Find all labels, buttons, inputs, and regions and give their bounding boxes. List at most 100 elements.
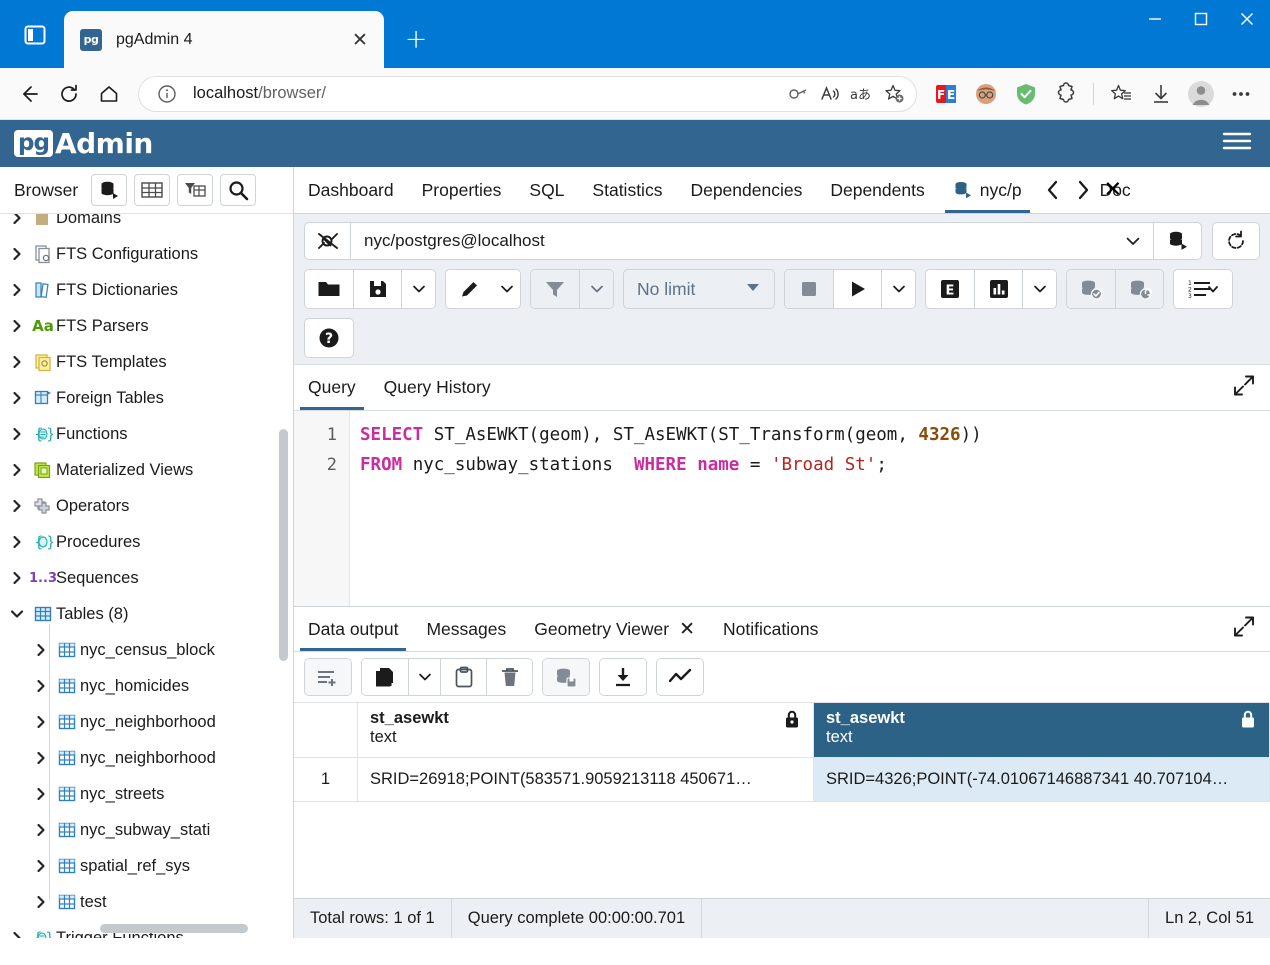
address-bar[interactable]: localhost/browser/ aあ [138,75,917,112]
chevron-right-icon[interactable] [28,679,54,693]
tab-nyc-p[interactable]: nyc/p [939,167,1036,213]
chevron-right-icon[interactable] [28,751,54,765]
object-explorer-button[interactable] [91,174,128,206]
execute-dropdown[interactable] [881,270,915,308]
close-window-button[interactable] [1224,0,1270,38]
more-options-icon[interactable] [1222,75,1260,113]
tree-item-domains[interactable]: Domains [0,214,293,236]
tab-scroll-left-button[interactable] [1038,170,1068,210]
tab-dependencies[interactable]: Dependencies [676,167,816,213]
chevron-right-icon[interactable] [4,283,30,297]
stop-query-button[interactable] [785,270,833,308]
close-tab-icon[interactable]: ✕ [679,618,695,640]
info-icon[interactable] [151,79,183,109]
chevron-right-icon[interactable] [4,535,30,549]
tree-item-nyc-subway-stati[interactable]: nyc_subway_stati [0,812,293,848]
object-tree[interactable]: Domains FTS Configurations FTS Dictionarie… [0,214,293,938]
save-file-button[interactable] [353,270,401,308]
graph-line-icon[interactable] [657,659,703,695]
sidebar-horizontal-scrollbar[interactable] [100,924,248,933]
chevron-right-icon[interactable] [28,895,54,909]
sidebar-vertical-scrollbar[interactable] [279,429,288,661]
tab-scroll-right-button[interactable] [1068,170,1098,210]
chevron-right-icon[interactable] [4,319,30,333]
fe-extension-icon[interactable]: FE [927,75,965,113]
chevron-right-icon[interactable] [28,859,54,873]
chevron-right-icon[interactable] [4,247,30,261]
tab-clipped-docs[interactable]: Doc ✕ [1100,167,1131,213]
query-tab-query[interactable]: Query [294,365,370,410]
chevron-right-icon[interactable] [4,571,30,585]
output-tab-data-output[interactable]: Data output [294,607,412,651]
avatar-extension-icon[interactable] [967,75,1005,113]
chevron-down-icon[interactable] [1113,231,1153,251]
output-tab-geometry-viewer[interactable]: Geometry Viewer ✕ [520,607,709,651]
tab-dependents[interactable]: Dependents [816,167,938,213]
rollback-database-icon[interactable] [1115,270,1163,308]
collections-star-icon[interactable] [1102,75,1140,113]
macro-list-icon[interactable]: 123 [1174,270,1232,308]
menu-icon[interactable] [1218,126,1256,161]
expand-diagonal-icon[interactable] [1232,615,1256,644]
output-tab-messages[interactable]: Messages [412,607,520,651]
chevron-right-icon[interactable] [4,499,30,513]
chevron-down-icon[interactable] [4,607,30,621]
filter-table-icon[interactable] [177,174,214,206]
close-tab-icon[interactable]: ✕ [346,26,374,54]
explain-chart-icon[interactable] [974,270,1022,308]
chevron-right-icon[interactable] [4,427,30,441]
grid-cell[interactable]: SRID=26918;POINT(583571.9059213118 45067… [358,758,814,802]
chevron-right-icon[interactable] [28,787,54,801]
tree-item-fts-parsers[interactable]: Aa FTS Parsers [0,308,293,344]
tree-item-fts-configurations[interactable]: FTS Configurations [0,236,293,272]
execute-query-button[interactable] [833,270,881,308]
extensions-puzzle-icon[interactable] [1047,75,1085,113]
open-file-button[interactable] [305,270,353,308]
translate-icon[interactable]: aあ [846,79,878,109]
reset-rotate-icon[interactable] [1212,222,1260,260]
sql-code-area[interactable]: SELECT ST_AsEWKT(geom), ST_AsEWKT(ST_Tra… [350,411,1270,606]
sql-editor[interactable]: 12 SELECT ST_AsEWKT(geom), ST_AsEWKT(ST_… [294,411,1270,606]
maximize-button[interactable] [1178,0,1224,38]
edit-dropdown[interactable] [494,270,520,308]
tree-item-foreign-tables[interactable]: Foreign Tables [0,380,293,416]
add-row-icon[interactable] [305,659,351,695]
grid-cell[interactable]: SRID=4326;POINT(-74.01067146887341 40.70… [814,758,1270,802]
tree-item-nyc-neighborhood[interactable]: nyc_neighborhood [0,704,293,740]
grid-column-header[interactable]: st_asewkt text [814,703,1270,758]
password-key-icon[interactable] [782,79,814,109]
add-favorite-star-icon[interactable] [878,78,910,109]
plug-connection-icon[interactable] [305,223,351,259]
query-tab-query-history[interactable]: Query History [370,365,505,410]
copy-pages-icon[interactable] [362,659,408,695]
tree-item-procedures[interactable]: {}Procedures [0,524,293,560]
chevron-right-icon[interactable] [28,823,54,837]
back-arrow-icon[interactable] [10,75,48,113]
chevron-right-icon[interactable] [28,643,54,657]
search-icon[interactable] [220,174,257,206]
row-number[interactable]: 1 [294,758,358,802]
tab-list-icon[interactable] [12,12,58,58]
chevron-right-icon[interactable] [4,931,30,938]
tab-properties[interactable]: Properties [408,167,516,213]
downloads-icon[interactable] [1142,75,1180,113]
filter-dropdown[interactable] [579,270,613,308]
adguard-shield-icon[interactable] [1007,75,1045,113]
explain-e-icon[interactable]: E [926,270,974,308]
help-question-icon[interactable]: ? [305,319,353,357]
tree-item-fts-dictionaries[interactable]: FTS Dictionaries [0,272,293,308]
tree-item-nyc-neighborhood[interactable]: nyc_neighborhood [0,740,293,776]
tree-item-tables-8[interactable]: Tables (8) [0,596,293,632]
tree-item-functions[interactable]: {}Functions [0,416,293,452]
refresh-icon[interactable] [50,75,88,113]
browser-tab[interactable]: pg pgAdmin 4 ✕ [64,11,384,68]
commit-database-check-icon[interactable] [1067,270,1115,308]
read-aloud-icon[interactable] [814,79,846,109]
trash-delete-icon[interactable] [486,659,532,695]
chevron-right-icon[interactable] [4,355,30,369]
grid-column-header[interactable]: st_asewkt text [358,703,814,758]
connection-selector[interactable]: nyc/postgres@localhost [304,222,1202,260]
table-grid-icon[interactable] [134,174,171,206]
download-arrow-icon[interactable] [600,659,646,695]
tree-item-fts-templates[interactable]: FTS Templates [0,344,293,380]
